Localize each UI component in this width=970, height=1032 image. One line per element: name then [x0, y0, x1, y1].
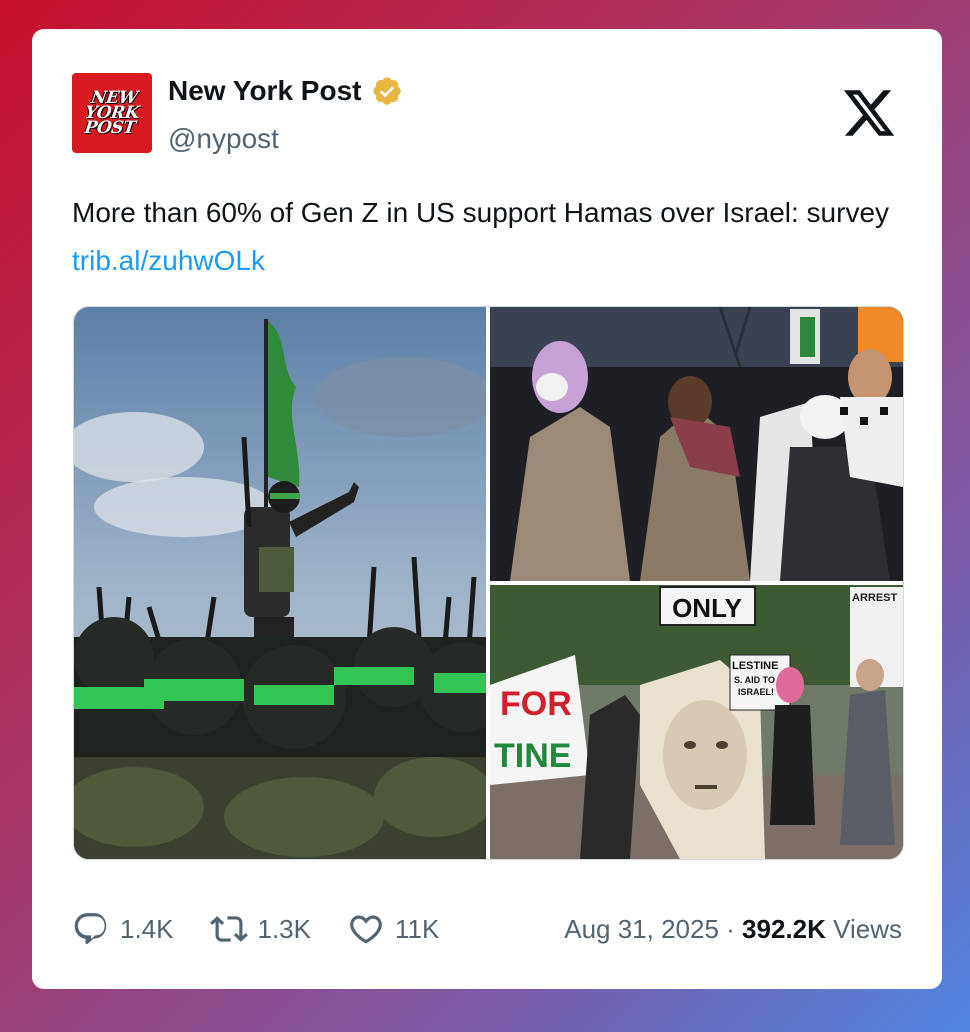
sign-aid-text: S. AID TO [734, 675, 775, 685]
account-name-row: New York Post [168, 75, 403, 107]
views-label: Views [825, 913, 902, 944]
repost-icon [209, 916, 248, 942]
banner-for-text: FOR [500, 685, 572, 723]
reply-count: 1.4K [120, 913, 174, 944]
sign-lestine-text: LESTINE [732, 660, 778, 672]
verified-badge-icon [373, 77, 402, 105]
sign-arrest-text: ARREST [852, 592, 898, 604]
media-image-left[interactable] [74, 307, 486, 859]
nypost-logo: NEW YORK POST [83, 87, 141, 138]
tweet-body: More than 60% of Gen Z in US support Ham… [72, 197, 890, 228]
media-image-bottom-right[interactable]: ONLY ARREST FOR TINE LESTINE S. AID TO I… [490, 585, 903, 859]
protest-signs-photo: ONLY ARREST FOR TINE LESTINE S. AID TO I… [490, 585, 903, 859]
media-image-top-right[interactable] [490, 307, 903, 581]
like-button[interactable]: 11K [347, 910, 439, 948]
x-logo-icon[interactable] [840, 85, 898, 141]
meta-separator: · [718, 913, 743, 944]
tweet-text: More than 60% of Gen Z in US support Ham… [72, 189, 912, 285]
reply-button[interactable]: 1.4K [72, 910, 174, 948]
protest-crowd-photo [490, 307, 903, 581]
tweet-date[interactable]: Aug 31, 2025 [564, 914, 719, 944]
views-count: 392.2K [742, 913, 826, 944]
repost-count: 1.3K [257, 913, 312, 944]
banner-tine-text: TINE [494, 737, 571, 775]
tweet-meta: Aug 31, 2025 · 392.2K Views [564, 914, 902, 945]
reply-icon [74, 913, 107, 945]
militants-photo [74, 307, 486, 859]
tweet-footer: 1.4K 1.3K 11K Aug 31, 2025 · 392.2K View… [72, 909, 902, 949]
account-handle[interactable]: @nypost [168, 123, 279, 155]
avatar[interactable]: NEW YORK POST [72, 73, 152, 153]
heart-icon [350, 915, 382, 944]
sign-only-text: ONLY [672, 593, 742, 623]
media-grid: ONLY ARREST FOR TINE LESTINE S. AID TO I… [73, 306, 904, 860]
repost-button[interactable]: 1.3K [209, 910, 312, 948]
sign-israel-text: ISRAEL! [738, 687, 774, 697]
account-name[interactable]: New York Post [168, 75, 361, 107]
like-count: 11K [395, 913, 440, 944]
tweet-card: NEW YORK POST New York Post @nypost More… [32, 29, 942, 989]
tweet-link[interactable]: trib.al/zuhwOLk [72, 245, 265, 276]
